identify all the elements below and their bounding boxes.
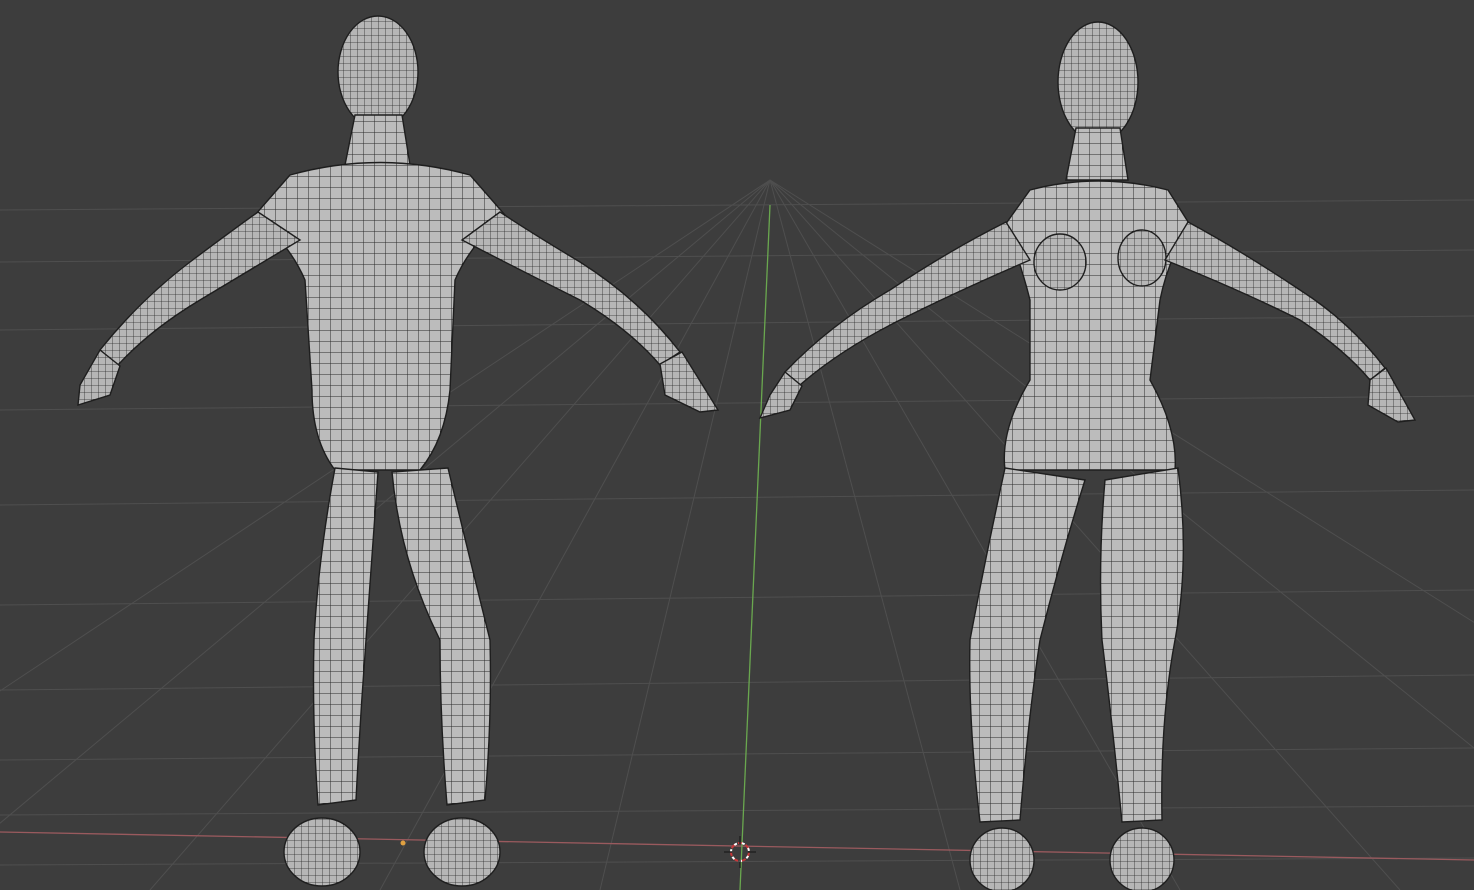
female-chest-left	[1033, 233, 1087, 291]
female-foot-right	[1109, 827, 1175, 890]
female-neck	[1065, 127, 1129, 181]
origin-dot-icon	[400, 840, 406, 846]
3d-viewport[interactable]	[0, 0, 1474, 890]
female-foot-left	[969, 827, 1035, 890]
male-base-mesh[interactable]	[70, 15, 730, 890]
female-chest-right	[1117, 229, 1167, 287]
female-head	[1057, 21, 1139, 143]
